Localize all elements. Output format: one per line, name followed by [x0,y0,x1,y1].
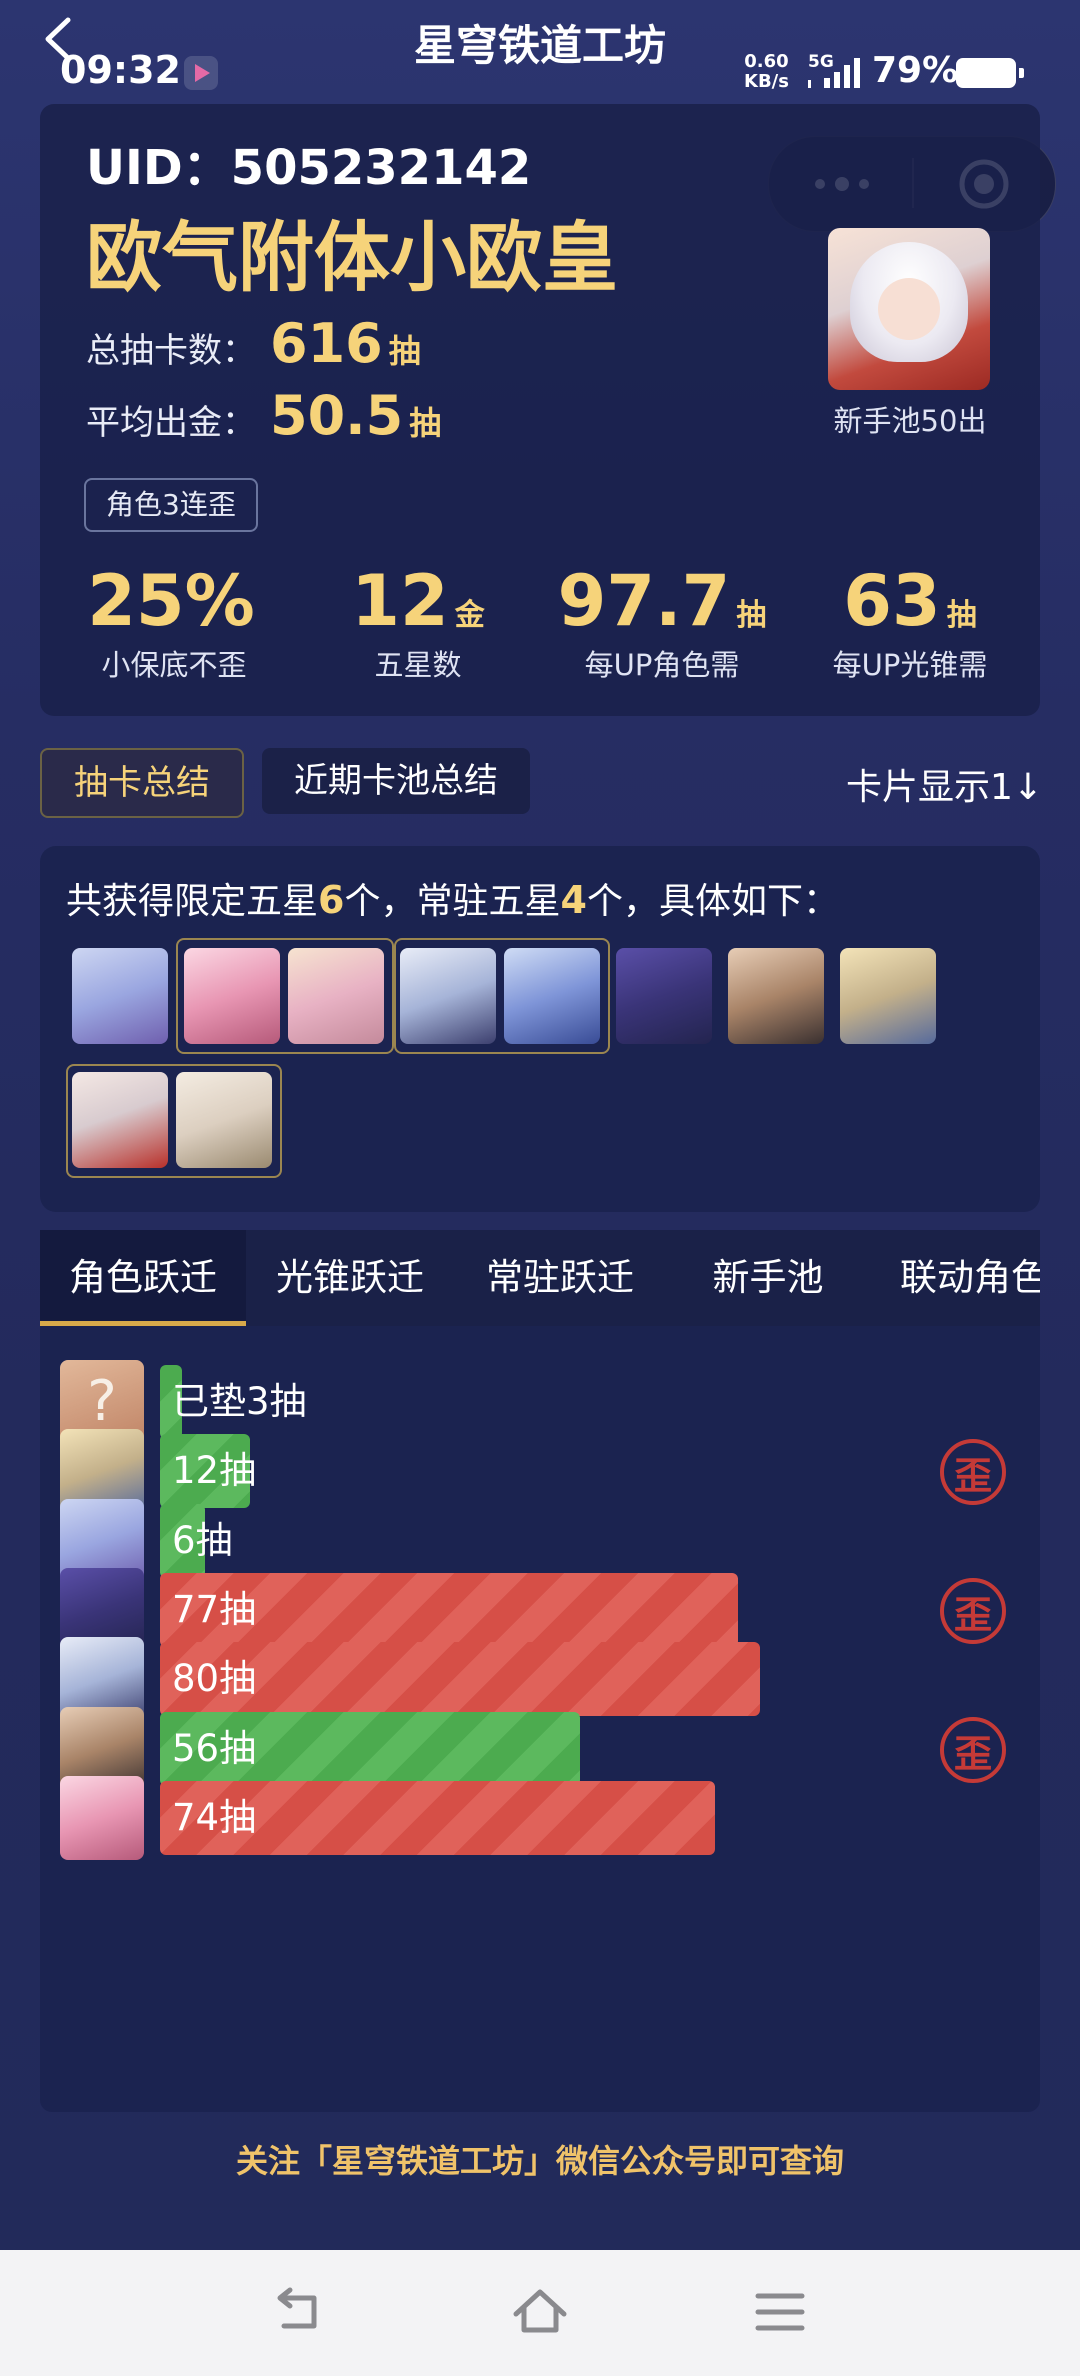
tab-beginner-pool[interactable]: 新手池 [668,1230,868,1326]
character-avatar[interactable] [728,948,824,1044]
pull-count-label: 已垫3抽 [172,1380,307,1423]
five-star-summary: 共获得限定五星6个，常驻五星4个，具体如下： [66,878,839,922]
play-notification-icon [184,56,218,90]
crooked-stamp: 歪 [940,1439,1006,1505]
battery-percent: 79% [872,50,959,91]
character-avatar[interactable] [72,1072,168,1168]
footer-note: 关注「星穹铁道工坊」微信公众号即可查询 [235,2142,844,2180]
pull-count-label: 6抽 [172,1519,233,1562]
featured-character-avatar [828,228,990,390]
character-avatar[interactable] [72,948,168,1044]
pull-count-label: 56抽 [172,1727,257,1770]
character-avatar[interactable] [840,948,936,1044]
character-avatar[interactable] [400,948,496,1044]
stat-small-guarantee: 25% 小保底不歪 [87,560,255,682]
pull-count-label: 77抽 [172,1588,257,1631]
crooked-stamp: 歪 [940,1578,1006,1644]
pull-count-label: 74抽 [172,1796,257,1839]
total-pulls: 总抽卡数： 616 抽 [86,312,421,375]
character-avatar[interactable] [184,948,280,1044]
stat-per-up-character: 97.7 抽 每UP角色需 [557,560,767,682]
lightcone-avatar[interactable] [504,948,600,1044]
crooked-stamp: 歪 [940,1717,1006,1783]
lightcone-avatar[interactable] [176,1072,272,1168]
pull-count-label: 80抽 [172,1657,257,1700]
tab-recent-pool-summary[interactable]: 近期卡池总结 [262,748,530,814]
battery-icon [956,58,1024,88]
tab-standard-warp[interactable]: 常驻跃迁 [460,1230,660,1326]
pull-count-label: 12抽 [172,1449,257,1492]
character-avatar[interactable] [616,948,712,1044]
home-nav-icon[interactable] [508,2284,572,2340]
tab-pull-summary[interactable]: 抽卡总结 [40,748,244,818]
card-display-toggle[interactable]: 卡片显示1↓ [846,758,1043,810]
signal-icon: 5G [808,52,864,92]
streak-tag: 角色3连歪 [84,478,258,532]
tab-lightcone-warp[interactable]: 光锥跃迁 [250,1230,450,1326]
uid-text: UID：505232142 [86,140,532,196]
player-title: 欧气附体小欧皇 [86,213,618,302]
stat-per-up-lightcone: 63 抽 每UP光锥需 [832,560,988,682]
tab-collab-clip: 联动角色 [870,1230,1040,1326]
history-character-avatar [60,1776,144,1860]
average-gold: 平均出金： 50.5 抽 [86,384,442,447]
lightcone-avatar[interactable] [288,948,384,1044]
menu-nav-icon[interactable] [748,2284,812,2340]
tab-collab-character[interactable]: 联动角色 [900,1230,1040,1326]
featured-label: 新手池50出 [833,404,987,438]
network-speed: 0.60 KB/s [744,51,789,92]
status-time: 09:32 [60,48,181,92]
back-nav-icon[interactable] [268,2284,332,2340]
stat-five-star-count: 12 金 五星数 [351,560,485,682]
tab-character-warp[interactable]: 角色跃迁 [40,1230,246,1326]
